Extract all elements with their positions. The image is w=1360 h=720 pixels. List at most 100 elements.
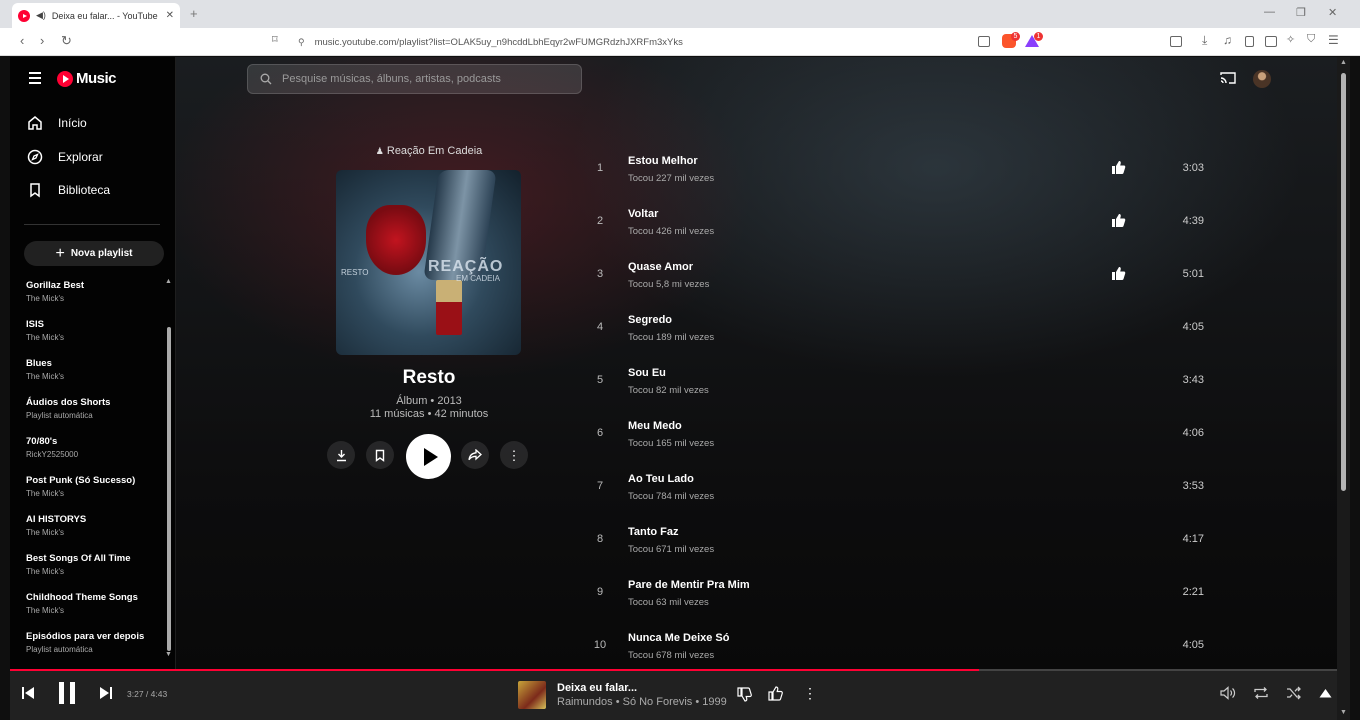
back-icon[interactable]: ‹ [20, 33, 24, 48]
reading-list-icon[interactable] [1245, 36, 1254, 47]
sidebar-item-label: Início [58, 116, 87, 130]
site-settings-icon[interactable]: ⚲ [298, 37, 305, 48]
minimize-icon[interactable]: — [1264, 6, 1275, 18]
close-tab-icon[interactable]: ✕ [166, 10, 174, 21]
playlist-item[interactable]: Childhood Theme Songs The Mick's [26, 592, 166, 631]
previous-button[interactable] [21, 686, 35, 700]
playlist-item[interactable]: Blues The Mick's [26, 358, 166, 397]
play-album-button[interactable] [406, 434, 451, 479]
now-playing-thumbnail[interactable] [518, 681, 546, 709]
audio-playing-icon[interactable]: ◀) [36, 10, 46, 21]
close-window-icon[interactable]: ✕ [1328, 6, 1337, 19]
pause-button[interactable] [57, 682, 77, 704]
shuffle-button[interactable] [1286, 686, 1302, 700]
sidebar-toggle-icon[interactable] [1265, 36, 1277, 47]
screenshot-icon[interactable] [1170, 36, 1182, 47]
brave-shields-badge: 5 [1011, 32, 1020, 41]
playlist-item[interactable]: Gorillaz Best The Mick's [26, 280, 166, 319]
track-row[interactable]: 6 Meu Medo Tocou 165 mil vezes 4:06 [588, 407, 1218, 460]
track-row[interactable]: 4 Segredo Tocou 189 mil vezes 4:05 [588, 301, 1218, 354]
sidebar-item-explorar[interactable]: Explorar [26, 145, 103, 169]
now-playing-title[interactable]: Deixa eu falar... [557, 682, 637, 694]
track-plays: Tocou 82 mil vezes [628, 385, 709, 396]
album-artist-link[interactable]: ♟ Reação Em Cadeia [336, 145, 522, 157]
avatar[interactable] [1253, 70, 1271, 88]
track-title[interactable]: Sou Eu [628, 367, 666, 379]
repeat-button[interactable] [1253, 686, 1269, 700]
sidebar-item-inicio[interactable]: Início [26, 111, 87, 135]
address-bar[interactable]: ⚲ music.youtube.com/playlist?list=OLAK5u… [290, 31, 1046, 53]
track-title[interactable]: Ao Teu Lado [628, 473, 694, 485]
extensions-icon[interactable]: ✧ [1286, 33, 1295, 46]
vpn-icon[interactable]: ⛉ [1307, 33, 1315, 46]
playlist-item[interactable]: 70/80's RickY2525000 [26, 436, 166, 475]
forward-icon[interactable]: › [40, 33, 44, 48]
playback-progress-bar[interactable] [10, 669, 1337, 671]
track-title[interactable]: Segredo [628, 314, 672, 326]
sidebar-scrollbar[interactable]: ▲ ▼ [165, 278, 172, 661]
restore-icon[interactable]: ❐ [1296, 6, 1306, 19]
reload-icon[interactable]: ↻ [61, 33, 72, 49]
menu-icon[interactable] [29, 72, 41, 87]
album-meta: Álbum • 2013 11 músicas • 42 minutos [326, 395, 532, 421]
thumbs-up-icon[interactable] [1111, 160, 1126, 175]
cast-icon[interactable] [1220, 71, 1236, 85]
track-title[interactable]: Pare de Mentir Pra Mim [628, 579, 750, 591]
player-more-button[interactable]: ⋮ [803, 685, 817, 702]
media-control-icon[interactable]: ♫ [1223, 33, 1232, 47]
track-row[interactable]: 10 Nunca Me Deixe Só Tocou 678 mil vezes… [588, 619, 1218, 672]
track-row[interactable]: 5 Sou Eu Tocou 82 mil vezes 3:43 [588, 354, 1218, 407]
track-row[interactable]: 9 Pare de Mentir Pra Mim Tocou 63 mil ve… [588, 566, 1218, 619]
track-number: 10 [593, 639, 607, 651]
cast-page-icon[interactable] [978, 36, 990, 47]
scroll-down-icon[interactable]: ▼ [165, 651, 172, 658]
sidebar-item-biblioteca[interactable]: Biblioteca [26, 178, 110, 202]
youtube-music-logo-icon [57, 70, 73, 87]
scroll-down-icon[interactable]: ▼ [1340, 709, 1347, 716]
share-button[interactable] [461, 441, 489, 469]
track-title[interactable]: Meu Medo [628, 420, 682, 432]
youtube-music-logo[interactable]: Music [57, 70, 117, 87]
volume-button[interactable] [1220, 686, 1236, 700]
save-to-library-button[interactable] [366, 441, 394, 469]
playlist-item[interactable]: Post Punk (Só Sucesso) The Mick's [26, 475, 166, 514]
playlist-item[interactable]: Best Songs Of All Time The Mick's [26, 553, 166, 592]
browser-tab[interactable]: ◀) Deixa eu falar... - YouTube Mu ✕ [12, 3, 180, 28]
thumbs-up-icon[interactable] [1111, 213, 1126, 228]
expand-player-button[interactable] [1319, 688, 1332, 698]
now-playing-artist[interactable]: Raimundos • Só No Forevis • 1999 [557, 696, 727, 708]
bookmark-page-icon[interactable]: ⌑ [272, 33, 278, 46]
playlist-item[interactable]: ISIS The Mick's [26, 319, 166, 358]
page-scrollbar[interactable]: ▲ ▼ [1337, 57, 1350, 720]
track-row[interactable]: 1 Estou Melhor Tocou 227 mil vezes 3:03 [588, 142, 1218, 195]
search-bar[interactable] [247, 64, 582, 94]
track-row[interactable]: 8 Tanto Faz Tocou 671 mil vezes 4:17 [588, 513, 1218, 566]
playlist-item[interactable]: Áudios dos Shorts Playlist automática [26, 397, 166, 436]
track-title[interactable]: Nunca Me Deixe Só [628, 632, 729, 644]
next-button[interactable] [99, 686, 113, 700]
download-button[interactable] [327, 441, 355, 469]
playlist-title: Áudios dos Shorts [26, 397, 111, 408]
scroll-up-icon[interactable]: ▲ [165, 278, 172, 285]
scroll-up-icon[interactable]: ▲ [1340, 59, 1347, 66]
search-input[interactable] [282, 73, 562, 85]
playlist-item[interactable]: Episódios para ver depois Playlist automá… [26, 631, 166, 670]
sidebar-scroll-thumb[interactable] [167, 327, 171, 651]
new-tab-icon[interactable]: + [190, 6, 198, 21]
page-scroll-thumb[interactable] [1341, 73, 1346, 491]
track-row[interactable]: 2 Voltar Tocou 426 mil vezes 4:39 [588, 195, 1218, 248]
like-button[interactable] [768, 686, 783, 701]
track-title[interactable]: Quase Amor [628, 261, 693, 273]
track-title[interactable]: Tanto Faz [628, 526, 679, 538]
thumbs-up-icon[interactable] [1111, 266, 1126, 281]
playlist-item[interactable]: AI HISTORYS The Mick's [26, 514, 166, 553]
more-options-button[interactable]: ⋮ [500, 441, 528, 469]
track-title[interactable]: Voltar [628, 208, 658, 220]
track-row[interactable]: 7 Ao Teu Lado Tocou 784 mil vezes 3:53 [588, 460, 1218, 513]
track-row[interactable]: 3 Quase Amor Tocou 5,8 mi vezes 5:01 [588, 248, 1218, 301]
download-icon[interactable]: ⤓ [1202, 33, 1207, 48]
track-title[interactable]: Estou Melhor [628, 155, 698, 167]
dislike-button[interactable] [737, 687, 752, 702]
new-playlist-button[interactable]: + Nova playlist [24, 241, 164, 266]
browser-menu-icon[interactable]: ☰ [1328, 33, 1339, 47]
